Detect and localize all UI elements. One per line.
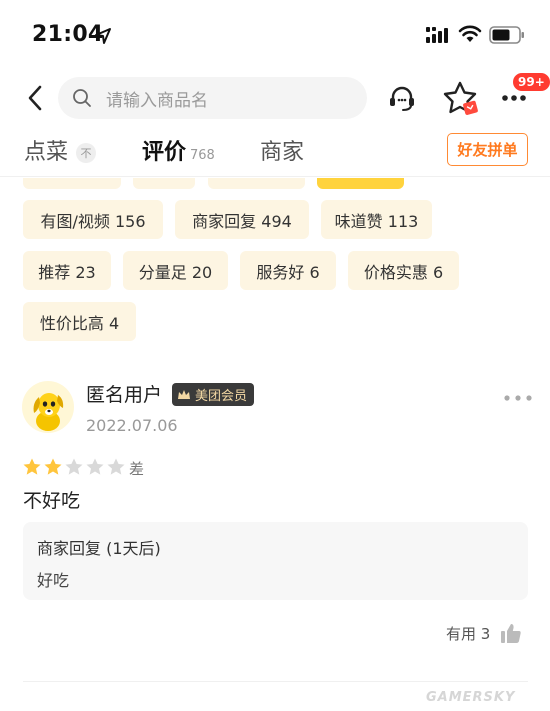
merchant-reply-text: 好吃: [37, 571, 70, 590]
member-badge: 美团会员: [172, 383, 255, 406]
tag-chip-photo-video[interactable]: 有图/视频 156: [23, 200, 163, 239]
search-icon: [73, 89, 91, 107]
battery-icon: [489, 26, 524, 44]
review-content: 不好吃: [23, 490, 81, 512]
merchant-reply: 商家回复 (1天后) 好吃: [23, 522, 528, 600]
tag-chip-partial-selected[interactable]: [317, 178, 404, 189]
tag-chip-price[interactable]: 价格实惠 6: [348, 251, 459, 290]
chevron-left-icon: [28, 85, 42, 111]
tab-merchant[interactable]: 商家: [260, 134, 304, 166]
star-rating: [22, 457, 126, 477]
favorite-star-icon[interactable]: [442, 80, 482, 118]
tag-chip-recommend[interactable]: 推荐 23: [23, 251, 111, 290]
location-arrow-icon: [95, 28, 111, 44]
star-empty-icon: [107, 458, 125, 475]
dog-mascot-icon: [33, 393, 64, 431]
search-placeholder: 请输入商品名: [106, 90, 208, 111]
tag-chip-tasty[interactable]: 味道赞 113: [321, 200, 432, 239]
tag-chip-merchant-reply[interactable]: 商家回复 494: [175, 200, 309, 239]
notification-badge: 99+: [512, 72, 550, 92]
rating-label: 差: [129, 460, 145, 478]
member-badge-label: 美团会员: [195, 389, 248, 404]
pin-icon: 不: [76, 143, 97, 163]
customer-service-icon[interactable]: [386, 82, 418, 114]
tag-chip-service[interactable]: 服务好 6: [240, 251, 336, 290]
tag-chip-portion[interactable]: 分量足 20: [123, 251, 228, 290]
star-empty-icon: [65, 458, 83, 475]
merchant-reply-title: 商家回复 (1天后): [37, 539, 161, 558]
tag-chip-partial[interactable]: [23, 178, 121, 189]
tag-chip-partial[interactable]: [208, 178, 305, 189]
tab-merchant-label: 商家: [260, 140, 305, 165]
status-bar: 21:04: [0, 0, 550, 70]
tab-order[interactable]: 点菜 不: [24, 134, 97, 166]
tab-order-label: 点菜: [24, 140, 69, 165]
star-filled-icon: [44, 458, 62, 475]
thumbs-up-icon: [501, 624, 521, 643]
tab-reviews[interactable]: 评价 768: [142, 134, 215, 166]
tab-reviews-count: 768: [190, 148, 215, 163]
wifi-icon: [458, 25, 482, 42]
divider: [0, 176, 550, 177]
helpful-count: 有用 3: [446, 624, 491, 643]
signal-icon: [426, 27, 448, 43]
user-name: 匿名用户: [86, 384, 163, 406]
star-empty-icon: [86, 458, 104, 475]
watermark: GAMERSKY: [426, 690, 516, 705]
tag-chip-partial[interactable]: [133, 178, 195, 189]
avatar[interactable]: [22, 381, 74, 433]
helpful-button[interactable]: 有用 3: [446, 622, 522, 644]
crown-icon: [178, 389, 190, 399]
tag-chip-value[interactable]: 性价比高 4: [23, 302, 136, 341]
review-more-icon[interactable]: [502, 388, 534, 408]
tab-reviews-label: 评价: [142, 140, 187, 165]
star-filled-icon: [23, 458, 41, 475]
divider: [23, 681, 528, 682]
status-time: 21:04: [32, 22, 104, 47]
group-order-button[interactable]: 好友拼单: [447, 133, 528, 166]
search-input[interactable]: 请输入商品名: [58, 77, 367, 119]
review-date: 2022.07.06: [86, 416, 178, 435]
back-button[interactable]: [22, 84, 48, 112]
